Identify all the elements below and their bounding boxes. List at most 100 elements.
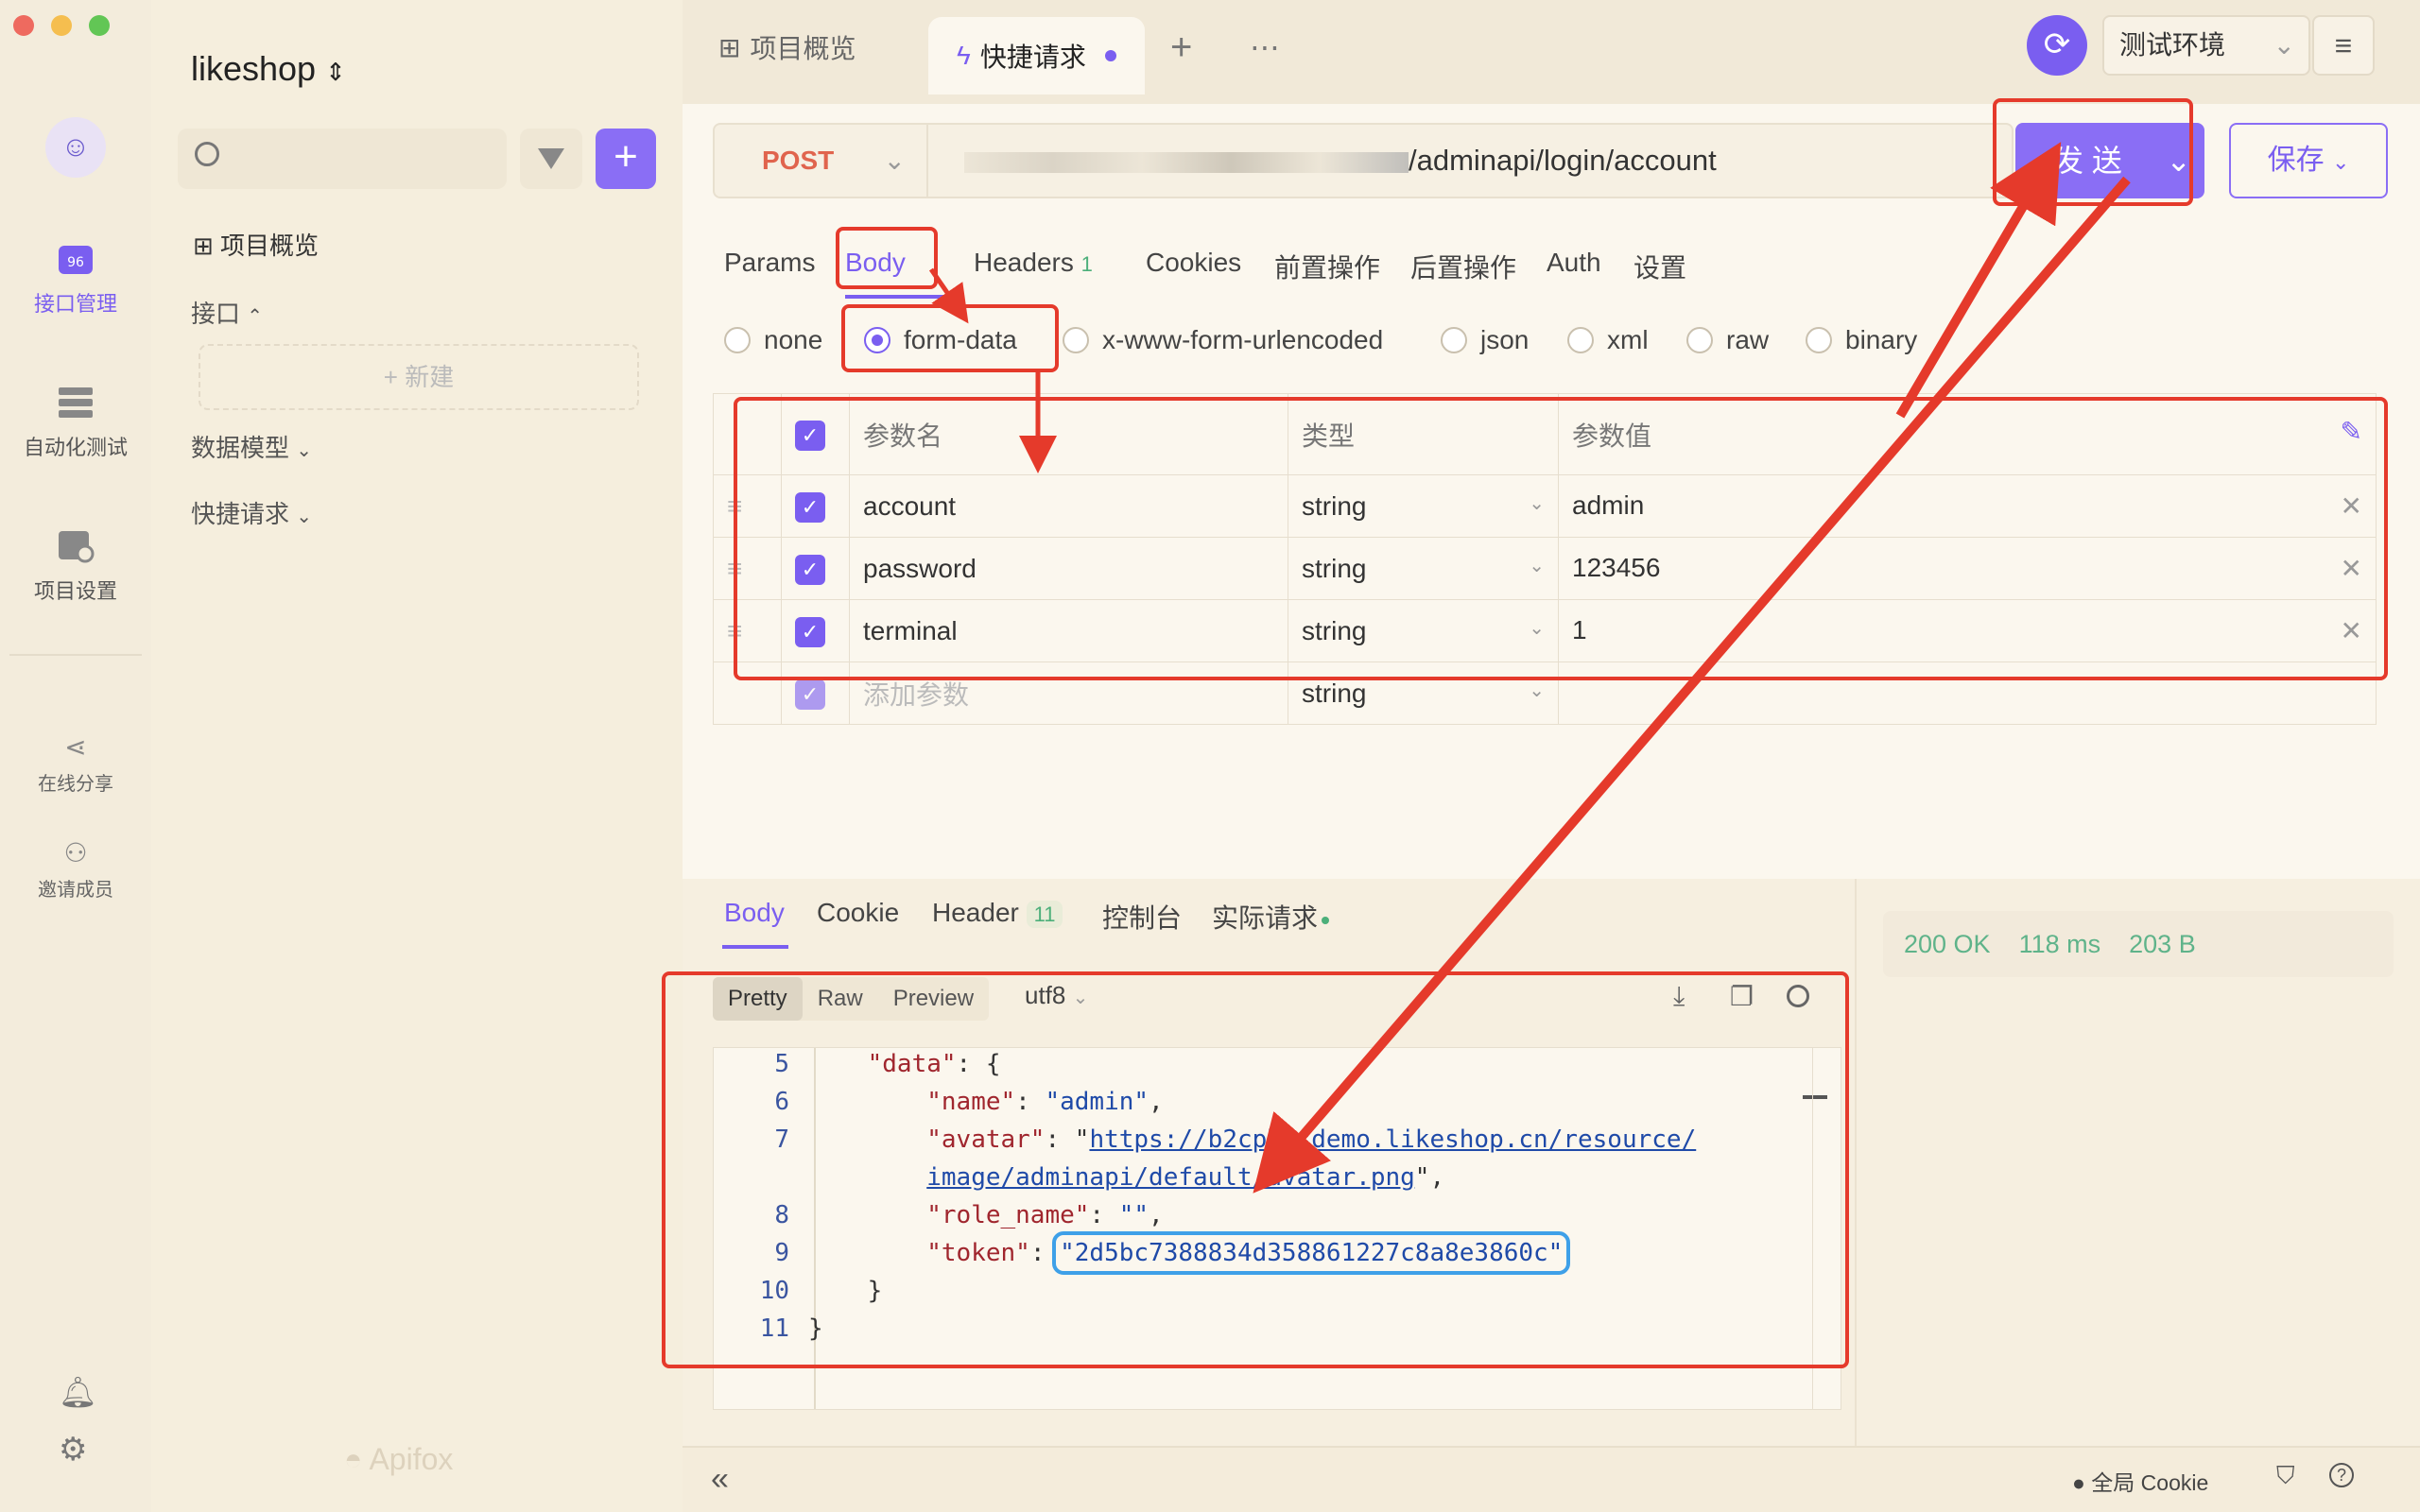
unsaved-dot: [1104, 50, 1116, 61]
body-type-none[interactable]: none: [724, 325, 822, 355]
status-dot: [1322, 916, 1330, 924]
tab-auth[interactable]: Auth: [1547, 248, 1601, 278]
response-body-label: Body: [724, 898, 785, 927]
invite-member-button[interactable]: ⚇ 邀请成员: [0, 837, 151, 902]
pre-label: 前置操作: [1274, 253, 1381, 283]
shirt-icon[interactable]: ⛉: [2276, 1461, 2295, 1491]
tab-params[interactable]: Params: [724, 248, 815, 278]
sync-button[interactable]: ⟳: [2027, 15, 2087, 76]
more-tabs-button[interactable]: ⋯: [1250, 0, 1280, 94]
tab-overview[interactable]: ⊞ 项目概览: [718, 0, 856, 94]
post-label: 后置操作: [1410, 253, 1517, 283]
project-switcher[interactable]: likeshop ⇕: [191, 49, 346, 89]
sidebar-item-quick[interactable]: 快捷请求 ⌄: [191, 495, 312, 530]
svg-text:96: 96: [67, 255, 84, 270]
project-name: likeshop: [191, 49, 317, 88]
rail-item-project-settings-label: 项目设置: [33, 579, 117, 603]
avatar[interactable]: ☺: [45, 117, 106, 178]
body-type-json[interactable]: json: [1441, 325, 1529, 355]
annotation-params-box: [734, 397, 2388, 680]
tab-quick-request-label: 快捷请求: [979, 43, 1086, 72]
method-label: POST: [762, 146, 835, 175]
row-checkbox[interactable]: ✓: [795, 679, 825, 710]
blurred-host: [964, 151, 1409, 173]
close-dot[interactable]: [13, 15, 34, 36]
environment-select[interactable]: 测试环境 ⌄: [2102, 15, 2310, 76]
help-icon[interactable]: ?: [2329, 1463, 2354, 1487]
new-interface-button[interactable]: + 新建: [199, 344, 639, 410]
rail-item-api[interactable]: 96 接口管理: [0, 242, 151, 318]
response-tab-actual[interactable]: 实际请求: [1212, 898, 1330, 936]
sidebar-item-models[interactable]: 数据模型 ⌄: [191, 429, 312, 464]
urlencoded-label: x-www-form-urlencoded: [1102, 325, 1384, 354]
tab-cookies[interactable]: Cookies: [1146, 248, 1241, 278]
response-cookie-label: Cookie: [817, 898, 900, 927]
bolt-icon: ϟ: [957, 41, 971, 70]
menu-button[interactable]: ≡: [2312, 15, 2375, 76]
response-time: 118 ms: [2018, 930, 2101, 958]
project-sidebar: likeshop ⇕ + ⊞ 项目概览 接口 ⌃ + 新建 数据模型 ⌄ 快捷请…: [151, 0, 683, 1512]
invite-label: 邀请成员: [38, 880, 113, 901]
response-tab-body[interactable]: Body: [724, 898, 785, 928]
share-label: 在线分享: [38, 774, 113, 795]
url-path: /adminapi/login/account: [1409, 144, 1717, 177]
minimize-dot[interactable]: [51, 15, 72, 36]
search-input[interactable]: [178, 129, 507, 189]
project-settings-icon: [57, 529, 95, 563]
rail-item-project-settings[interactable]: 项目设置: [0, 529, 151, 605]
response-tab-console[interactable]: 控制台: [1102, 898, 1182, 936]
response-tab-cookie[interactable]: Cookie: [817, 898, 899, 928]
tab-post-operations[interactable]: 后置操作: [1410, 248, 1516, 285]
response-size: 203 B: [2129, 930, 2196, 958]
brand-label: Apifox: [369, 1442, 454, 1476]
quick-label: 快捷请求: [191, 500, 290, 528]
response-console-label: 控制台: [1102, 903, 1183, 933]
share-online-button[interactable]: ⋖ 在线分享: [0, 731, 151, 796]
api-icon: 96: [57, 242, 95, 276]
sidebar-item-interfaces[interactable]: 接口 ⌃: [191, 295, 263, 330]
zoom-dot[interactable]: [89, 15, 110, 36]
save-button[interactable]: 保存 ⌄: [2229, 123, 2388, 198]
url-input[interactable]: /adminapi/login/account: [942, 125, 2000, 197]
gear-icon[interactable]: ⚙: [59, 1431, 87, 1469]
environment-name: 测试环境: [2119, 30, 2226, 60]
overview-label: 项目概览: [220, 232, 320, 260]
collapse-icon[interactable]: «: [711, 1461, 729, 1498]
global-cookie-button[interactable]: ● 全局 Cookie: [2072, 1465, 2208, 1497]
rail-item-automation[interactable]: 自动化测试: [0, 386, 151, 461]
body-type-xml[interactable]: xml: [1567, 325, 1649, 355]
annotation-form-data-box: [841, 304, 1059, 372]
save-label: 保存: [2267, 145, 2325, 176]
hamburger-icon: ≡: [2334, 28, 2353, 62]
tab-quick-request[interactable]: ϟ 快捷请求: [928, 17, 1145, 94]
response-status-bar: 200 OK 118 ms 203 B: [1883, 911, 2394, 977]
switch-icon: ⇕: [325, 58, 346, 86]
sync-icon: ⟳: [2043, 26, 2071, 62]
cookie-icon: ●: [2072, 1470, 2085, 1495]
response-tab-header[interactable]: Header 11: [932, 898, 1063, 928]
rail-item-api-label: 接口管理: [33, 292, 117, 316]
annotation-body-tab-box: [836, 227, 938, 289]
status-code: 200 OK: [1904, 930, 1991, 958]
response-actual-label: 实际请求: [1212, 903, 1319, 933]
new-tab-button[interactable]: +: [1170, 0, 1192, 94]
body-type-raw[interactable]: raw: [1686, 325, 1769, 355]
add-user-icon: ⚇: [63, 838, 88, 868]
headers-count-badge: 1: [1080, 252, 1093, 276]
bell-icon[interactable]: 🔔︎: [59, 1374, 97, 1410]
tab-pre-operations[interactable]: 前置操作: [1274, 248, 1380, 285]
tab-headers[interactable]: Headers 1: [974, 248, 1093, 278]
chevron-down-icon: ⌄: [1529, 679, 1545, 701]
sidebar-item-overview[interactable]: ⊞ 项目概览: [193, 227, 319, 262]
response-meta-panel: 200 OK 118 ms 203 B: [1855, 879, 2420, 1446]
rail-divider: [9, 654, 142, 656]
grid-icon: ⊞: [718, 32, 741, 62]
method-select[interactable]: POST ⌄: [715, 125, 928, 197]
filter-button[interactable]: [520, 129, 582, 189]
status-footer: « ● 全局 Cookie ⛉ ?: [683, 1446, 2420, 1512]
add-button[interactable]: +: [596, 129, 656, 189]
tab-settings[interactable]: 设置: [1634, 248, 1686, 285]
global-cookie-label: 全局 Cookie: [2091, 1470, 2209, 1495]
body-type-urlencoded[interactable]: x-www-form-urlencoded: [1063, 325, 1383, 355]
body-type-binary[interactable]: binary: [1806, 325, 1917, 355]
